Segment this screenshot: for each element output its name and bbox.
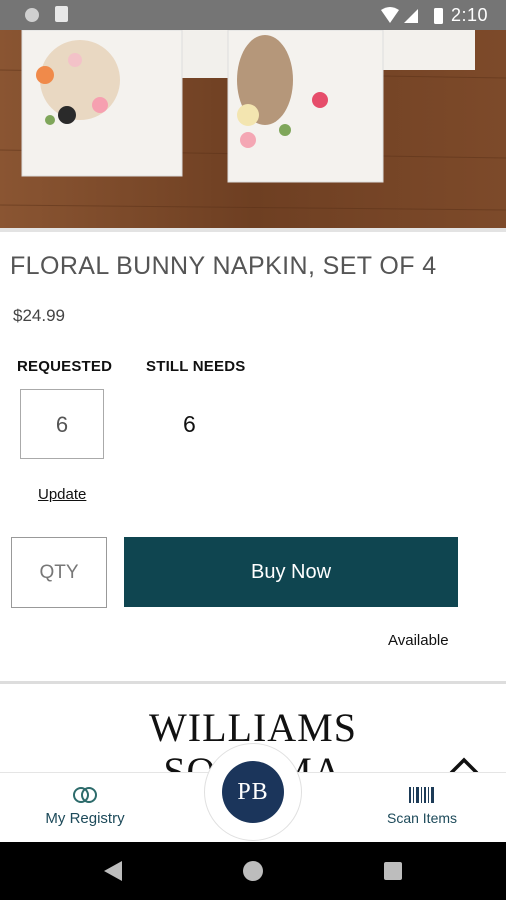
nav-my-registry-label: My Registry bbox=[45, 810, 125, 827]
battery-icon bbox=[434, 8, 443, 24]
notification-dot-icon bbox=[25, 8, 39, 22]
nav-my-registry[interactable]: My Registry bbox=[38, 785, 132, 827]
availability-status: Available bbox=[388, 632, 449, 649]
requested-label: REQUESTED bbox=[17, 358, 113, 375]
buy-now-button[interactable]: Buy Now bbox=[124, 537, 458, 607]
system-nav-bar bbox=[0, 842, 506, 900]
status-time: 2:10 bbox=[450, 5, 488, 25]
requested-quantity-input[interactable]: 6 bbox=[20, 389, 104, 459]
rings-icon bbox=[73, 787, 97, 803]
recents-icon[interactable] bbox=[384, 862, 402, 880]
home-icon[interactable] bbox=[243, 861, 263, 881]
cell-signal-icon bbox=[404, 9, 418, 23]
sd-card-icon bbox=[55, 6, 68, 22]
status-bar: 2:10 bbox=[0, 0, 506, 30]
still-needs-label: STILL NEEDS bbox=[146, 358, 246, 375]
nav-scan-items[interactable]: Scan Items bbox=[382, 785, 462, 826]
barcode-icon bbox=[409, 787, 434, 803]
product-image bbox=[0, 30, 506, 228]
nav-scan-items-label: Scan Items bbox=[386, 810, 458, 826]
product-title: FLORAL BUNNY NAPKIN, SET OF 4 bbox=[10, 252, 437, 280]
wifi-icon bbox=[381, 7, 399, 23]
section-divider bbox=[0, 681, 506, 684]
status-icons bbox=[381, 7, 443, 24]
back-icon[interactable] bbox=[104, 861, 122, 881]
product-price: $24.99 bbox=[13, 306, 65, 325]
still-needs-value: 6 bbox=[183, 411, 196, 437]
pb-logo: PB bbox=[222, 761, 284, 823]
qty-input[interactable]: QTY bbox=[11, 537, 107, 608]
pb-logo-button[interactable]: PB bbox=[204, 743, 302, 841]
bottom-nav: My Registry PB Scan Items bbox=[0, 743, 506, 843]
update-link[interactable]: Update bbox=[38, 486, 86, 503]
image-divider bbox=[0, 228, 506, 232]
